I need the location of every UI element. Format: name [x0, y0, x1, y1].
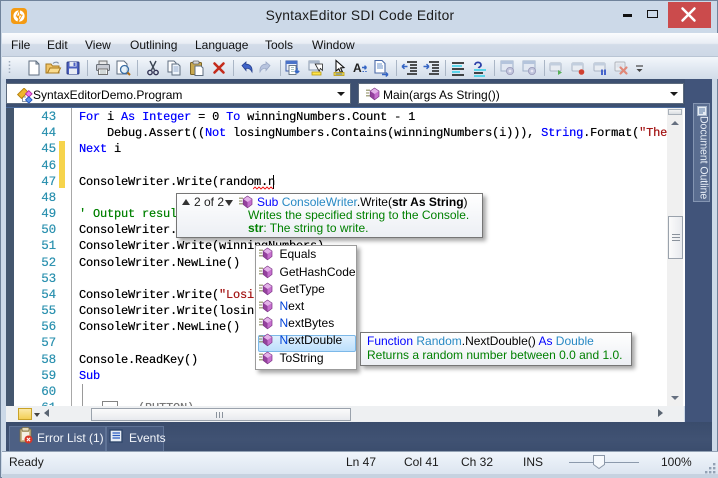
svg-text:A: A — [353, 61, 362, 75]
